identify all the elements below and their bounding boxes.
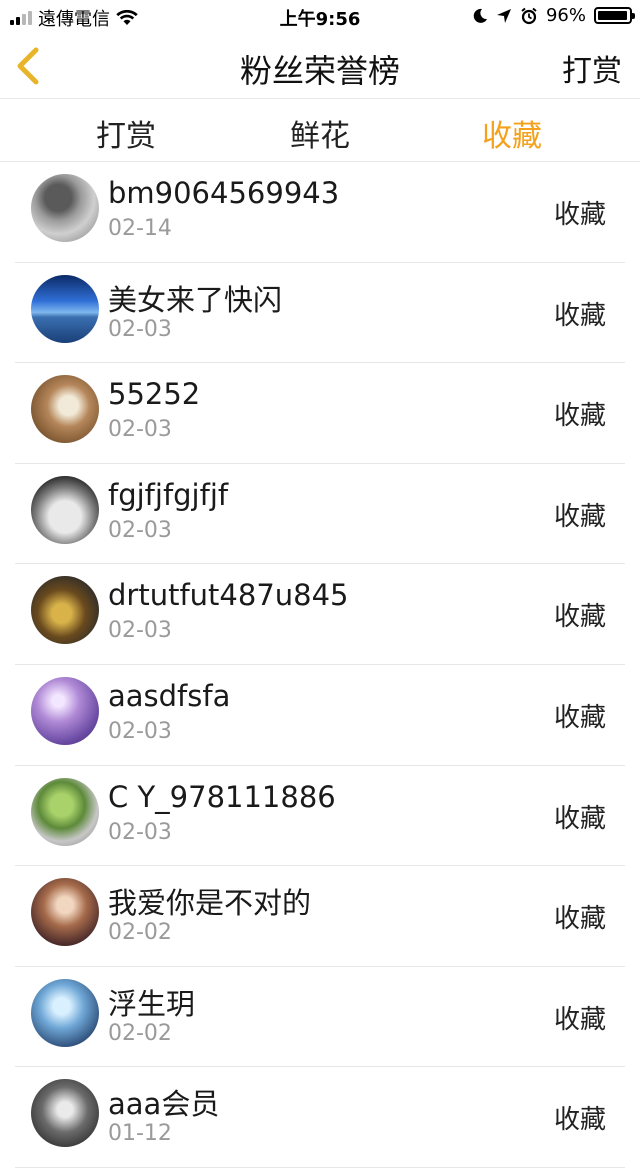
date-label: 02-02 [108,1020,172,1046]
back-button[interactable] [10,44,50,88]
favorite-label: 收藏 [553,904,606,935]
user-name: 55252 [108,377,201,412]
list-item[interactable]: 浮生玥 02-02 收藏 [0,967,640,1068]
user-name: 我爱你是不对的 [108,886,312,921]
status-bar: 遠傳電信 上午9:56 96% [0,0,640,34]
user-name: C Y_978111886 [108,779,336,814]
avatar[interactable] [31,274,99,343]
date-label: 02-14 [108,216,172,241]
chevron-left-icon[interactable] [10,44,50,88]
avatar[interactable] [31,174,99,242]
list-item[interactable]: fgjfjfgjfjf 02-03 收藏 [0,464,640,565]
date-label: 02-02 [108,920,172,946]
tab-bar: 打赏 鲜花 收藏 [0,98,640,162]
location-icon [496,8,511,23]
tab-flowers[interactable]: 鲜花 [260,111,380,155]
reward-button[interactable]: 打赏 [562,46,622,90]
list-item[interactable]: bm9064569943 02-14 收藏 [0,162,640,263]
date-label: 02-03 [108,618,172,644]
favorite-label: 收藏 [553,200,606,230]
avatar[interactable] [31,375,99,444]
user-name: aasdfsfa [108,678,231,713]
favorite-label: 收藏 [553,501,606,532]
date-label: 02-03 [108,718,172,744]
list-item[interactable]: aaa会员 01-12 收藏 [0,1067,640,1168]
avatar[interactable] [31,978,99,1047]
avatar[interactable] [31,878,99,947]
date-label: 02-03 [108,819,172,845]
list-item[interactable]: 美女来了快闪 02-03 收藏 [0,263,640,364]
avatar[interactable] [31,777,99,846]
tab-favorites[interactable]: 收藏 [452,111,572,155]
user-name: bm9064569943 [108,176,340,210]
alarm-icon [521,7,537,24]
date-label: 01-12 [108,1121,172,1147]
favorite-label: 收藏 [553,401,606,432]
date-label: 02-03 [108,517,172,543]
battery-percent: 96% [545,5,586,26]
user-name: 美女来了快闪 [108,282,283,317]
favorite-label: 收藏 [553,1105,606,1136]
list-item[interactable]: 我爱你是不对的 02-02 收藏 [0,866,640,967]
battery-icon [594,7,635,24]
user-name: drtutfut487u845 [108,578,349,613]
avatar[interactable] [31,1079,99,1148]
list-item[interactable]: aasdfsfa 02-03 收藏 [0,665,640,766]
page-title: 粉丝荣誉榜 [239,52,400,90]
list-item[interactable]: drtutfut487u845 02-03 收藏 [0,564,640,665]
avatar[interactable] [31,475,99,544]
battery-fill [598,11,627,20]
favorite-label: 收藏 [553,803,606,834]
wifi-icon [116,10,138,25]
list-item[interactable]: 55252 02-03 收藏 [0,363,640,464]
signal-icon [10,11,32,25]
navigation-bar: 粉丝荣誉榜 打赏 [0,34,640,98]
user-name: fgjfjfgjfjf [108,477,229,512]
moon-icon [473,8,487,23]
fan-list: bm9064569943 02-14 收藏 美女来了快闪 02-03 收藏 55… [0,162,640,1168]
user-name: 浮生玥 [108,986,196,1021]
status-right: 96% [472,5,635,26]
favorite-label: 收藏 [553,300,606,331]
favorite-label: 收藏 [553,602,606,633]
date-label: 02-03 [108,417,172,443]
user-name: aaa会员 [108,1087,220,1122]
list-item[interactable]: C Y_978111886 02-03 收藏 [0,766,640,867]
favorite-label: 收藏 [553,1004,606,1035]
carrier-label: 遠傳電信 [38,9,110,30]
tab-reward[interactable]: 打赏 [66,111,186,155]
status-left: 遠傳電信 [10,5,138,31]
favorite-label: 收藏 [553,702,606,733]
avatar[interactable] [31,576,99,645]
date-label: 02-03 [108,316,172,342]
avatar[interactable] [31,676,99,745]
